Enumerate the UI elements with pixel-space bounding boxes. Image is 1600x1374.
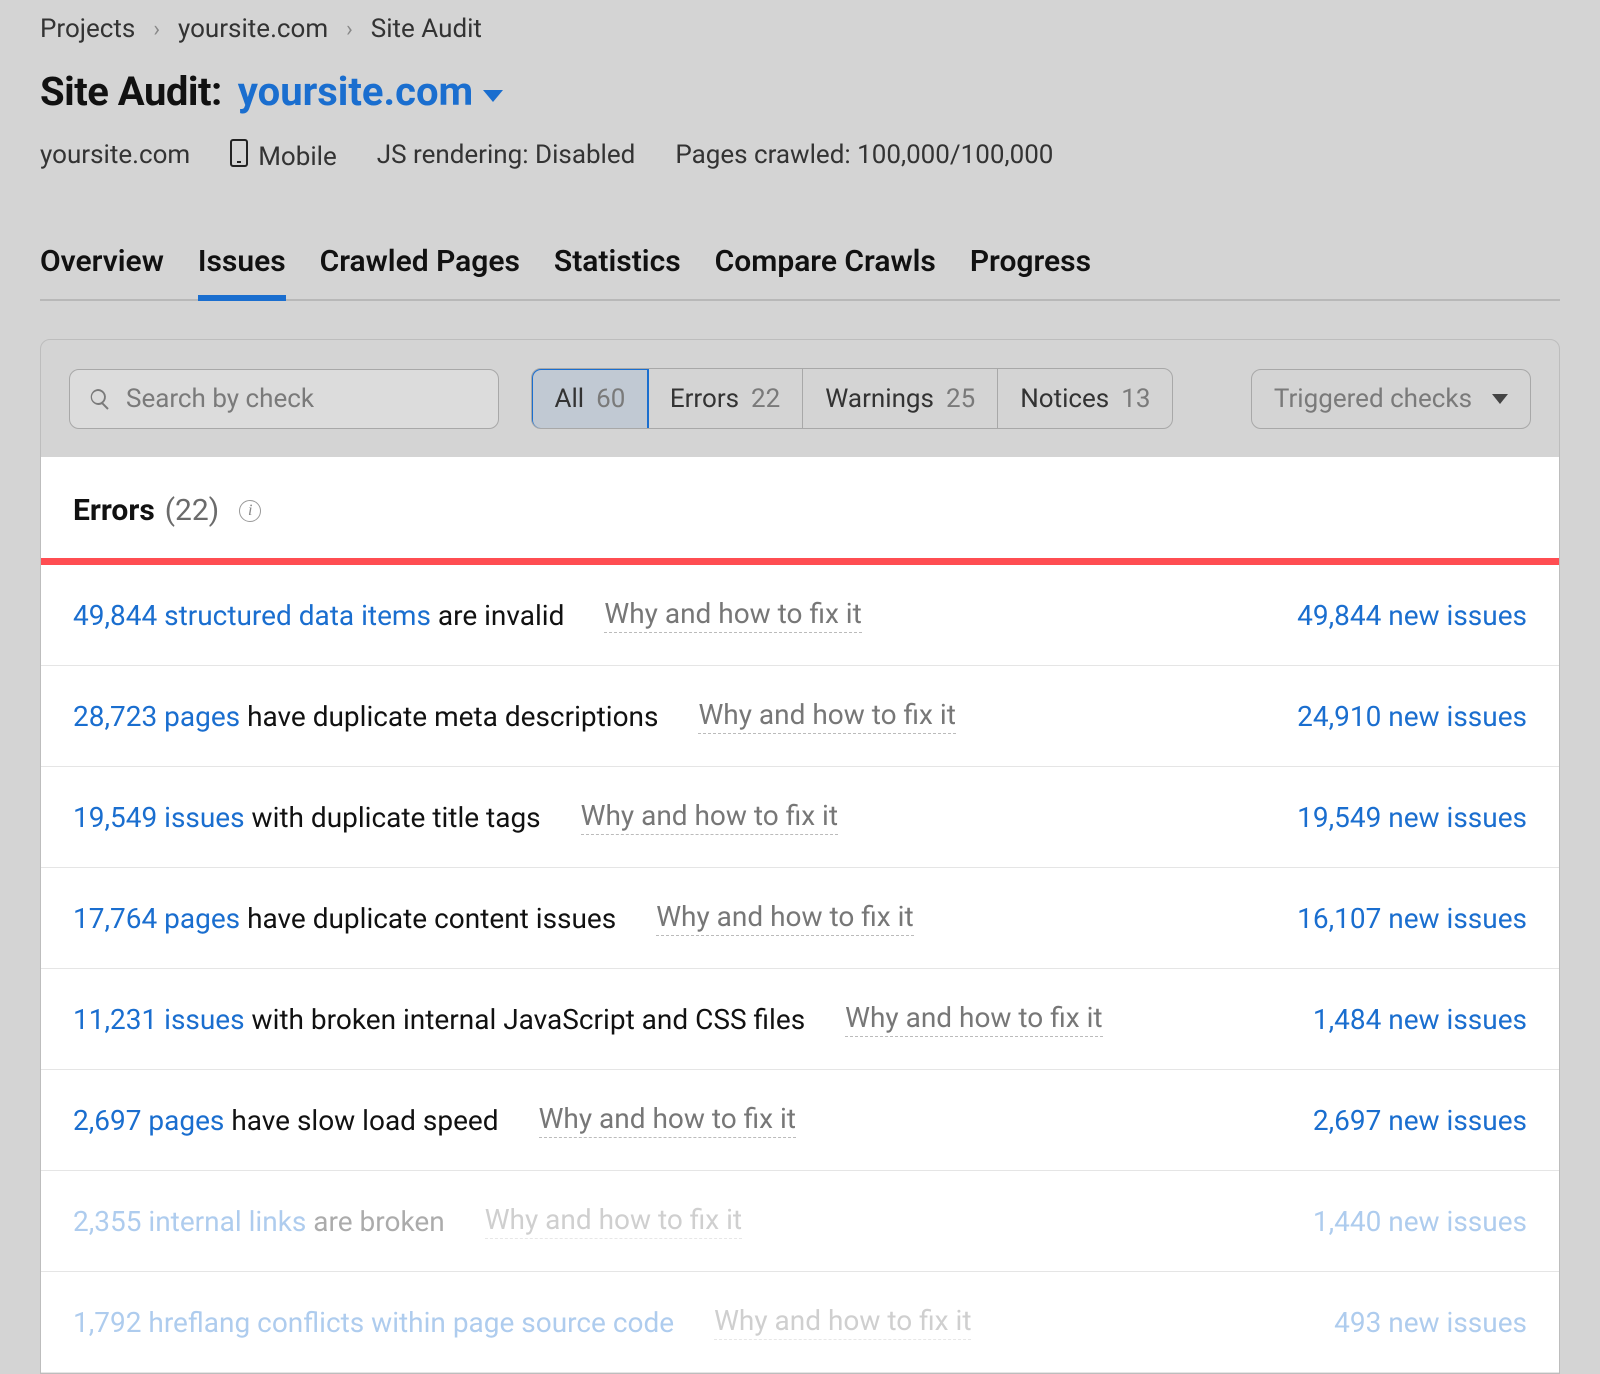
filter-notices[interactable]: Notices 13 xyxy=(998,369,1172,428)
issue-count-link[interactable]: 1,792 hreflang conflicts within page sou… xyxy=(73,1306,674,1339)
issue-count-link[interactable]: 28,723 pages xyxy=(73,700,240,733)
tab-progress[interactable]: Progress xyxy=(970,244,1091,299)
filter-errors[interactable]: Errors 22 xyxy=(648,369,803,428)
search-input[interactable]: Search by check xyxy=(69,369,499,429)
meta-pages-crawled: Pages crawled: 100,000/100,000 xyxy=(675,140,1053,170)
issue-text: are broken xyxy=(306,1205,444,1238)
tab-compare-crawls[interactable]: Compare Crawls xyxy=(715,244,936,299)
tabs: Overview Issues Crawled Pages Statistics… xyxy=(40,244,1560,301)
breadcrumb-site[interactable]: yoursite.com xyxy=(178,14,328,44)
section-accent-bar xyxy=(41,558,1559,565)
issues-panel: Search by check All 60 Errors 22 Warning… xyxy=(40,339,1560,1374)
why-and-how-to-fix[interactable]: Why and how to fix it xyxy=(714,1304,971,1340)
issue-count-link[interactable]: 17,764 pages xyxy=(73,902,240,935)
filter-all[interactable]: All 60 xyxy=(531,368,649,429)
issue-text: are invalid xyxy=(431,599,564,632)
why-and-how-to-fix[interactable]: Why and how to fix it xyxy=(581,799,838,835)
meta-js-rendering: JS rendering: Disabled xyxy=(377,140,636,170)
why-and-how-to-fix[interactable]: Why and how to fix it xyxy=(845,1001,1102,1037)
why-and-how-to-fix[interactable]: Why and how to fix it xyxy=(604,597,861,633)
new-issues-link[interactable]: 19,549 new issues xyxy=(1297,801,1527,834)
why-and-how-to-fix[interactable]: Why and how to fix it xyxy=(485,1203,742,1239)
issue-row[interactable]: 17,764 pages have duplicate content issu… xyxy=(41,868,1559,969)
issue-row[interactable]: 28,723 pages have duplicate meta descrip… xyxy=(41,666,1559,767)
breadcrumb: Projects › yoursite.com › Site Audit xyxy=(40,0,1560,44)
tab-overview[interactable]: Overview xyxy=(40,244,164,299)
meta-device: Mobile xyxy=(230,137,337,172)
issue-count-link[interactable]: 2,355 internal links xyxy=(73,1205,306,1238)
triggered-checks-dropdown[interactable]: Triggered checks xyxy=(1251,369,1531,429)
site-selector[interactable]: yoursite.com xyxy=(238,68,503,115)
tab-crawled-pages[interactable]: Crawled Pages xyxy=(320,244,520,299)
meta-domain: yoursite.com xyxy=(40,140,190,170)
new-issues-link[interactable]: 1,440 new issues xyxy=(1313,1205,1527,1238)
issue-text: with broken internal JavaScript and CSS … xyxy=(245,1003,806,1036)
site-selector-label: yoursite.com xyxy=(238,68,473,115)
chevron-right-icon: › xyxy=(346,17,353,42)
issue-count-link[interactable]: 2,697 pages xyxy=(73,1104,224,1137)
why-and-how-to-fix[interactable]: Why and how to fix it xyxy=(539,1102,796,1138)
issue-text: with duplicate title tags xyxy=(245,801,541,834)
issue-row[interactable]: 49,844 structured data items are invalid… xyxy=(41,565,1559,666)
filter-segmented: All 60 Errors 22 Warnings 25 Notices 13 xyxy=(531,368,1173,429)
why-and-how-to-fix[interactable]: Why and how to fix it xyxy=(656,900,913,936)
new-issues-link[interactable]: 2,697 new issues xyxy=(1313,1104,1527,1137)
mobile-icon xyxy=(230,139,248,167)
issue-text: have slow load speed xyxy=(224,1104,498,1137)
tab-statistics[interactable]: Statistics xyxy=(554,244,681,299)
issue-row[interactable]: 11,231 issues with broken internal JavaS… xyxy=(41,969,1559,1070)
new-issues-link[interactable]: 493 new issues xyxy=(1334,1306,1527,1339)
section-count: (22) xyxy=(165,493,219,528)
issue-row[interactable]: 2,697 pages have slow load speed Why and … xyxy=(41,1070,1559,1171)
issue-count-link[interactable]: 49,844 structured data items xyxy=(73,599,431,632)
search-icon xyxy=(88,387,112,411)
issue-row[interactable]: 1,792 hreflang conflicts within page sou… xyxy=(41,1272,1559,1373)
filter-warnings[interactable]: Warnings 25 xyxy=(803,369,998,428)
issue-text: have duplicate content issues xyxy=(240,902,616,935)
new-issues-link[interactable]: 49,844 new issues xyxy=(1297,599,1527,632)
new-issues-link[interactable]: 1,484 new issues xyxy=(1313,1003,1527,1036)
search-placeholder: Search by check xyxy=(126,384,314,414)
why-and-how-to-fix[interactable]: Why and how to fix it xyxy=(698,698,955,734)
tab-issues[interactable]: Issues xyxy=(198,244,286,299)
chevron-right-icon: › xyxy=(153,17,160,42)
section-title: Errors xyxy=(73,493,155,528)
new-issues-link[interactable]: 24,910 new issues xyxy=(1297,700,1527,733)
meta-line: yoursite.com Mobile JS rendering: Disabl… xyxy=(40,137,1560,172)
issue-count-link[interactable]: 19,549 issues xyxy=(73,801,245,834)
page-title: Site Audit: xyxy=(40,68,222,115)
new-issues-link[interactable]: 16,107 new issues xyxy=(1297,902,1527,935)
issue-text: have duplicate meta descriptions xyxy=(240,700,658,733)
issue-row[interactable]: 2,355 internal links are broken Why and h… xyxy=(41,1171,1559,1272)
issue-row[interactable]: 19,549 issues with duplicate title tags W… xyxy=(41,767,1559,868)
breadcrumb-projects[interactable]: Projects xyxy=(40,14,135,44)
errors-section: Errors (22) i 49,844 structured data ite… xyxy=(41,457,1559,1373)
chevron-down-icon xyxy=(483,90,503,102)
chevron-down-icon xyxy=(1492,394,1508,404)
info-icon[interactable]: i xyxy=(239,500,261,522)
issue-count-link[interactable]: 11,231 issues xyxy=(73,1003,245,1036)
breadcrumb-current: Site Audit xyxy=(371,14,482,44)
